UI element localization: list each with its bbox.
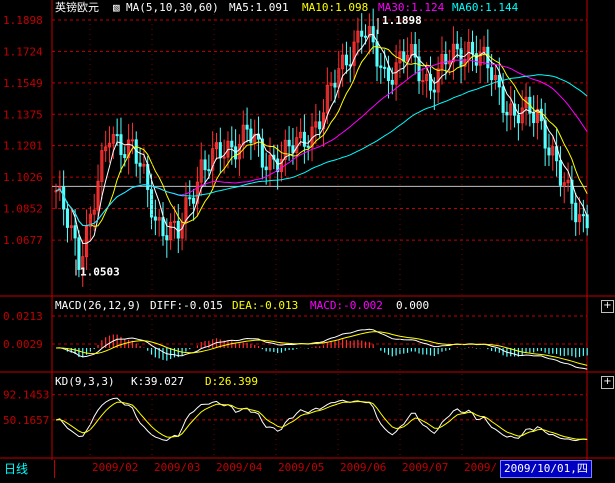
kd-d-value: D:26.399 bbox=[205, 375, 258, 388]
ma30-value: MA30:1.124 bbox=[378, 1, 445, 14]
kd-add-button[interactable]: + bbox=[601, 376, 614, 389]
candle-body bbox=[383, 66, 387, 69]
candle-body bbox=[432, 89, 436, 93]
macd-y-tick-label: 0.0029 bbox=[3, 338, 43, 351]
candle-body bbox=[218, 142, 222, 159]
kd-k-line bbox=[55, 397, 588, 442]
candle-body bbox=[516, 114, 520, 124]
ma10-line bbox=[55, 46, 588, 227]
ma-indicator-label: MA(5,10,30,60) bbox=[126, 1, 219, 14]
candle-body bbox=[470, 41, 475, 55]
candle-body bbox=[455, 43, 459, 50]
candle-body bbox=[153, 216, 157, 221]
low-marker-label: 1.0503 bbox=[80, 265, 120, 278]
candle-body bbox=[532, 112, 536, 124]
candle-body bbox=[333, 82, 337, 88]
candle-body bbox=[402, 51, 406, 62]
candle-body bbox=[547, 147, 551, 156]
candle-body bbox=[302, 131, 306, 147]
x-axis-month-label: 2009/06 bbox=[340, 461, 386, 474]
candle-body bbox=[505, 111, 509, 116]
candle-body bbox=[176, 220, 180, 239]
kd-label: KD(9,3,3) bbox=[55, 375, 115, 388]
candle-body bbox=[379, 65, 383, 68]
candle-body bbox=[115, 134, 119, 137]
ma-legend-icon: ▧ bbox=[113, 1, 120, 14]
ma5-line bbox=[55, 33, 588, 245]
candle-body bbox=[245, 124, 249, 130]
candle-body bbox=[490, 67, 494, 81]
candle-body bbox=[161, 217, 165, 237]
main-y-tick-label: 1.1201 bbox=[3, 140, 43, 153]
macd-hist-value: MACD:-0.002 bbox=[310, 299, 383, 312]
candle-body bbox=[119, 134, 123, 156]
x-axis-month-label: 2009/03 bbox=[154, 461, 200, 474]
candle-body bbox=[65, 208, 70, 228]
cursor-date-box: 2009/10/01,四 bbox=[500, 460, 592, 478]
macd-dea-line bbox=[56, 331, 588, 366]
x-axis-month-label: 2009/07 bbox=[402, 461, 448, 474]
candle-body bbox=[474, 53, 478, 66]
macd-dea-value: DEA:-0.013 bbox=[232, 299, 299, 312]
macd-extra-value: 0.000 bbox=[396, 299, 430, 312]
ma60-value: MA60:1.144 bbox=[452, 1, 519, 14]
candle-body bbox=[172, 220, 177, 223]
main-y-tick-label: 1.1375 bbox=[3, 108, 43, 121]
candle-body bbox=[291, 145, 295, 153]
main-y-tick-label: 1.1026 bbox=[3, 171, 43, 184]
main-y-tick-label: 1.1549 bbox=[3, 77, 43, 90]
macd-add-button[interactable]: + bbox=[601, 300, 614, 313]
candle-body bbox=[149, 188, 154, 218]
macd-y-tick-label: 0.0213 bbox=[3, 310, 43, 323]
kd-d-line bbox=[55, 400, 588, 440]
candle-body bbox=[386, 67, 391, 81]
kd-y-tick-label: 92.1453 bbox=[3, 389, 49, 402]
candle-body bbox=[501, 86, 505, 113]
candle-body bbox=[574, 202, 578, 223]
candle-body bbox=[581, 214, 585, 217]
candle-body bbox=[188, 197, 192, 200]
candle-body bbox=[375, 41, 379, 67]
candle-body bbox=[203, 159, 207, 171]
macd-diff-value: DIFF:-0.015 bbox=[150, 299, 223, 312]
candle-body bbox=[344, 54, 348, 66]
main-y-tick-label: 1.1898 bbox=[3, 14, 43, 27]
main-y-tick-label: 1.1724 bbox=[3, 45, 43, 58]
candle-body bbox=[306, 145, 310, 148]
candle-body bbox=[130, 139, 134, 142]
chart-window[interactable]: 1.1898 1.1724 1.1549 1.1375 1.1201 1.1026 1.08… bbox=[0, 0, 615, 479]
candle-body bbox=[585, 214, 589, 229]
ma5-value: MA5:1.091 bbox=[229, 1, 289, 14]
x-axis-month-label: 2009/02 bbox=[92, 461, 138, 474]
candle-body bbox=[264, 166, 268, 171]
candle-body bbox=[73, 225, 77, 239]
candle-body bbox=[318, 121, 322, 130]
chart-canvas[interactable]: 1.1898 1.1724 1.1549 1.1375 1.1201 1.1026 1.08… bbox=[0, 0, 615, 479]
candle-body bbox=[165, 235, 169, 241]
candle-body bbox=[192, 197, 196, 204]
candle-body bbox=[207, 169, 211, 172]
x-axis-month-label: 2009/04 bbox=[216, 461, 263, 474]
high-marker-label: 1.1898 bbox=[382, 14, 422, 27]
x-axis-month-label: 2009/05 bbox=[278, 461, 324, 474]
candle-body bbox=[421, 80, 425, 83]
main-y-tick-label: 1.0852 bbox=[3, 203, 43, 216]
candle-body bbox=[363, 35, 368, 38]
x-axis-month-label: 2009/ bbox=[464, 461, 497, 474]
candle-body bbox=[230, 140, 234, 148]
candle-body bbox=[138, 162, 142, 167]
main-y-tick-label: 1.0677 bbox=[3, 234, 43, 247]
ma10-value: MA10:1.098 bbox=[302, 1, 369, 14]
kd-y-tick-label: 50.1657 bbox=[3, 414, 49, 427]
candle-body bbox=[222, 156, 226, 159]
macd-label: MACD(26,12,9) bbox=[55, 299, 142, 312]
candle-body bbox=[558, 160, 562, 186]
candle-body bbox=[123, 154, 127, 158]
candle-body bbox=[390, 79, 394, 85]
candle-body bbox=[360, 30, 364, 37]
kd-k-value: K:39.027 bbox=[131, 375, 184, 388]
candle-body bbox=[287, 139, 291, 147]
period-tab[interactable]: 日线 bbox=[0, 460, 55, 478]
symbol-title: 英镑欧元 bbox=[55, 1, 99, 14]
